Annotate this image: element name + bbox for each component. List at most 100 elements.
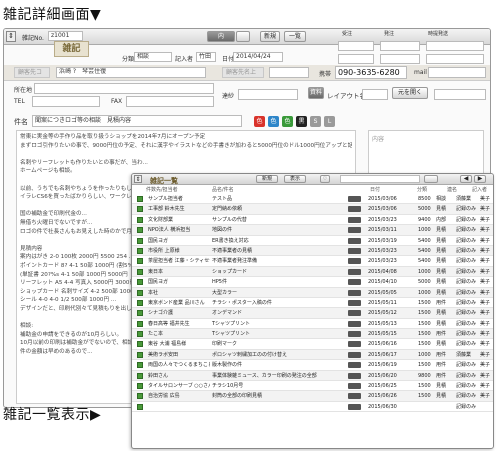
new-button[interactable]: 新規: [260, 31, 280, 42]
col-date[interactable]: 日付: [370, 186, 380, 193]
bunrui-field[interactable]: 相談: [134, 52, 172, 62]
row-checkbox[interactable]: [137, 341, 143, 348]
col-writer[interactable]: 記入者: [472, 186, 487, 193]
customer-sub-field[interactable]: [269, 67, 309, 78]
date-field[interactable]: 2014/04/24: [233, 52, 283, 62]
row-extra: 美子: [480, 393, 491, 400]
row-extra: 美子: [480, 216, 491, 223]
table-row[interactable]: 自治労協 広島 封筒の全部の印刷見積 2015/06/26 1500 見積 記録のみ 美子: [132, 391, 493, 402]
extra-field-1[interactable]: [338, 54, 374, 64]
table-row[interactable]: 春日高等 福井先生 Tシャツプリント 2015/05/13 1500 見積 記録のみ 美子: [132, 319, 493, 330]
row-checkbox[interactable]: [137, 247, 143, 254]
list-search-field[interactable]: [340, 175, 420, 183]
list-search-button[interactable]: [424, 175, 438, 183]
col-subject[interactable]: 品名/件名: [212, 186, 234, 193]
row-checkbox[interactable]: [137, 268, 143, 275]
table-row[interactable]: 市役所 上原様 不適事業者の見積 2015/03/23 5400 見積 記録のみ 美子: [132, 245, 493, 257]
row-type: 見積: [436, 310, 447, 317]
table-row[interactable]: 両国の人々でつくるまちこと 版木製作の件 2015/06/19 1500 用件 記録のみ美…: [132, 360, 493, 371]
table-row[interactable]: 東京ボンド産業 品川さん チラシ・ポスター入稿の件 2015/05/11 1500 用件…: [132, 298, 493, 309]
row-checkbox[interactable]: [137, 258, 143, 265]
table-row[interactable]: サンプル担当者 テスト品 2015/03/06 8500 相談 須藤業 美子: [132, 194, 493, 205]
row-checkbox[interactable]: [137, 289, 143, 296]
tel-field[interactable]: [32, 96, 100, 107]
color-green-button[interactable]: 色: [282, 116, 293, 127]
kinyusha-field[interactable]: 竹田: [196, 52, 216, 62]
col-type[interactable]: 連名: [447, 186, 457, 193]
row-person: 記録のみ: [456, 331, 477, 338]
table-row[interactable]: 文化財部業 サンプルの代替 2015/03/23 9400 内部 記録のみ 美子: [132, 215, 493, 226]
extra-field-2[interactable]: [380, 54, 420, 64]
table-row[interactable]: たこ本 Tシャツプリント 2015/05/15 1500 用件 記録のみ 美子: [132, 329, 493, 340]
next-button[interactable]: [236, 31, 250, 42]
mail-field[interactable]: [428, 67, 486, 78]
list-new-button[interactable]: 新規: [256, 175, 278, 183]
table-row[interactable]: タイルサロンサーブ ○○さん チラシ10月号 2015/06/25 1500 見積 記録の…: [132, 381, 493, 392]
color-blue-button[interactable]: 色: [268, 116, 279, 127]
row-checkbox[interactable]: [137, 351, 143, 358]
table-row[interactable]: 東谷 大浦 福島様 印刷マーク 2015/06/16 1500 見積 記録のみ 美子: [132, 339, 493, 350]
hatchu-field[interactable]: [380, 41, 420, 51]
layout-field[interactable]: [362, 89, 388, 100]
row-checkbox[interactable]: [137, 403, 143, 410]
row-checkbox[interactable]: [137, 320, 143, 327]
row-checkbox[interactable]: [137, 372, 143, 379]
fax-field[interactable]: [126, 96, 214, 107]
row-checkbox[interactable]: [137, 393, 143, 400]
table-row[interactable]: 茶屋担当者 江藤・シティセール不適事業者発注準備 2015/03/23 5400 見積…: [132, 256, 493, 267]
row-checkbox[interactable]: [137, 331, 143, 338]
table-row[interactable]: 鈴田さん 事業体験雑ミュース、カラー印刷の発注の全部 2015/06/20 9800 用…: [132, 370, 493, 382]
extra-field-3[interactable]: [426, 54, 484, 64]
list-next-icon[interactable]: ▶: [474, 175, 486, 183]
row-checkbox[interactable]: [137, 227, 143, 234]
row-extra: 美子: [480, 247, 491, 254]
table-row[interactable]: 美術ラボ安田 ポロシャツ刺繍加工のの付け替え 2015/06/17 1000 用件 須藤業…: [132, 349, 493, 361]
table-row[interactable]: 国民ヨガ ER書き換え対応 2015/03/19 5400 見積 記録のみ 美子: [132, 236, 493, 246]
sakusei-field[interactable]: [426, 41, 484, 51]
color-red-button[interactable]: 色: [254, 116, 265, 127]
row-checkbox[interactable]: [137, 299, 143, 306]
table-row[interactable]: 2015/06/30 記録のみ: [132, 402, 493, 413]
row-checkbox[interactable]: [137, 383, 143, 390]
shiryo-button[interactable]: 資料: [308, 87, 324, 99]
color-black-button[interactable]: 黒: [296, 116, 307, 127]
customer-name-field[interactable]: 浜崎 ? 琴芸住復: [56, 67, 206, 78]
subject-field[interactable]: 聞案につきロゴ等の相談 見積内容: [32, 115, 242, 127]
phone-field[interactable]: 090-3635-6280: [335, 66, 407, 79]
row-date: 2015/03/19: [368, 237, 397, 244]
customer-code-field[interactable]: 顧客先コ: [14, 67, 50, 78]
row-checkbox[interactable]: [137, 206, 143, 213]
row-checkbox[interactable]: [137, 237, 143, 244]
window-menu-icon[interactable]: ⇕: [6, 31, 16, 42]
teiban-field[interactable]: [238, 89, 298, 100]
list-show-button[interactable]: 表示: [284, 175, 306, 183]
row-date: 2015/05/12: [368, 310, 397, 317]
customer-name-upper-field[interactable]: 顧客先名上: [222, 67, 264, 78]
table-row[interactable]: 工事部 鈴木先生 定門納め依頼 2015/03/06 5000 見積 記録のみ 美子: [132, 204, 493, 215]
row-customer: NPO法人 横浜担当: [148, 227, 191, 234]
row-checkbox[interactable]: [137, 216, 143, 223]
list-button[interactable]: 一覧: [284, 31, 306, 42]
layout-extra-field[interactable]: [434, 89, 486, 100]
row-checkbox[interactable]: [137, 310, 143, 317]
table-row[interactable]: NPO法人 横浜担当 地図の件 2015/03/11 1000 見積 記録のみ 美子: [132, 225, 493, 236]
table-row[interactable]: 国民ヨガ HP5件 2015/04/10 5000 見積 記録のみ 美子: [132, 277, 493, 288]
table-row[interactable]: 東日本 ショップカード 2015/04/08 1000 見積 記録のみ 美子: [132, 266, 493, 278]
no-field[interactable]: z1001: [48, 31, 83, 41]
juchu-field[interactable]: [338, 41, 374, 51]
address-field[interactable]: [34, 83, 214, 94]
table-row[interactable]: 本社 大型カラー 2015/05/05 1000 見積 記録のみ 美子: [132, 287, 493, 298]
row-checkbox[interactable]: [137, 279, 143, 286]
row-checkbox[interactable]: [137, 196, 143, 202]
prev-button[interactable]: 内: [207, 31, 235, 42]
open-source-button[interactable]: 元を開く: [392, 87, 428, 99]
list-prev-icon[interactable]: ◀: [460, 175, 472, 183]
col-customer[interactable]: 件数先/担当者: [146, 186, 178, 193]
list-menu-icon[interactable]: ⇕: [134, 175, 142, 183]
size-small-button[interactable]: S: [310, 116, 321, 127]
row-checkbox[interactable]: [137, 362, 143, 369]
table-row[interactable]: シナゴ介護 オンデマンド 2015/05/12 1500 見積 記録のみ 美子: [132, 308, 493, 319]
list-heart-icon[interactable]: ♡: [320, 175, 330, 183]
col-category[interactable]: 分類: [417, 186, 427, 193]
size-large-button[interactable]: L: [324, 116, 335, 127]
